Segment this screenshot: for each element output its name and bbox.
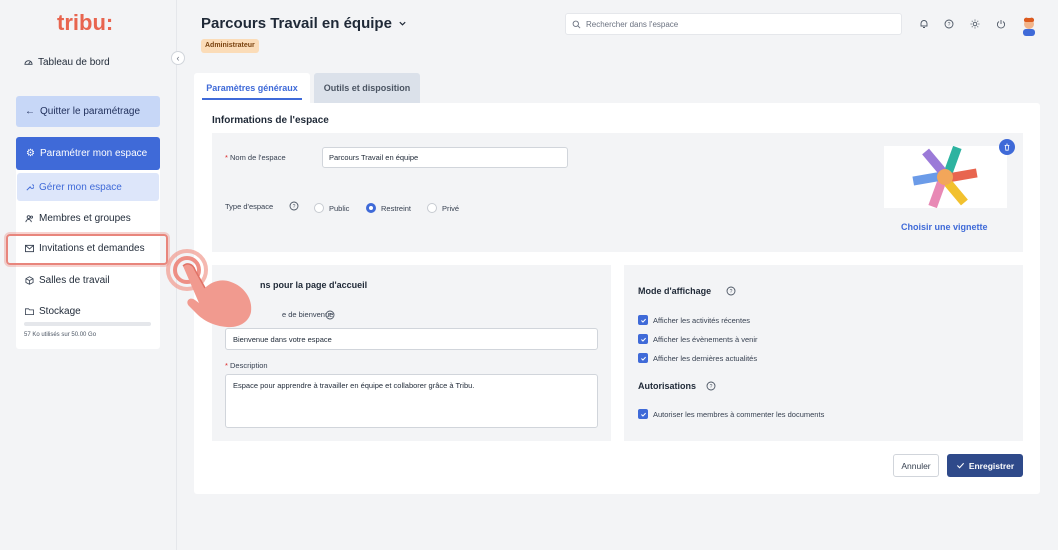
description-textarea[interactable]: Espace pour apprendre à travailler en éq… <box>225 374 598 428</box>
svg-text:?: ? <box>948 22 951 28</box>
sidebar-item-rooms[interactable]: Salles de travail <box>17 266 159 294</box>
checkbox-label: Afficher les activités récentes <box>653 315 750 325</box>
space-thumbnail[interactable] <box>884 146 1007 208</box>
svg-text:?: ? <box>293 204 296 210</box>
sidebar: tribu: Tableau de bord ← Quitter le para… <box>0 0 177 550</box>
tap-hand-icon <box>166 249 252 328</box>
storage-progress-bar <box>24 322 151 326</box>
display-mode-box: Mode d'affichage ? Afficher les activité… <box>624 265 1023 441</box>
save-label: Enregistrer <box>968 460 1015 471</box>
sidebar-item-label: Gérer mon espace <box>39 181 122 193</box>
checkbox-label: Autoriser les membres à commenter les do… <box>653 409 825 419</box>
info-box: * Nom de l'espace Parcours Travail en éq… <box>212 133 1023 252</box>
sun-icon[interactable] <box>970 19 980 29</box>
authorizations-title: Autorisations <box>638 381 697 391</box>
highlight-frame <box>6 234 168 265</box>
user-avatar[interactable] <box>1019 14 1039 36</box>
checkbox-allow-comments[interactable]: Autoriser les membres à commenter les do… <box>638 409 824 419</box>
page-title[interactable]: Parcours Travail en équipe <box>201 15 407 32</box>
checkbox-label: Afficher les évènements à venir <box>653 334 758 344</box>
sidebar-item-storage[interactable]: Stockage <box>17 297 159 325</box>
svg-text:?: ? <box>730 289 733 295</box>
check-icon <box>638 315 648 325</box>
quit-settings-label: Quitter le paramétrage <box>40 106 141 117</box>
svg-text:?: ? <box>329 313 332 319</box>
svg-text:tribu:: tribu: <box>57 10 113 35</box>
storage-usage-text: 57 Ko utilisés sur 50.00 Go <box>24 332 97 338</box>
configure-space-label: Paramétrer mon espace <box>39 148 148 159</box>
chevron-left-icon: ‹ <box>176 53 180 63</box>
role-badge: Administrateur <box>201 39 259 53</box>
sidebar-item-members[interactable]: Membres et groupes <box>17 204 159 232</box>
svg-text:?: ? <box>710 384 713 390</box>
home-section-title: ns pour la page d'accueil <box>260 280 368 290</box>
radio-private[interactable]: Privé <box>427 203 459 213</box>
choose-thumbnail-link[interactable]: Choisir une vignette <box>901 222 988 232</box>
radio-label: Restreint <box>381 203 412 213</box>
check-icon <box>638 353 648 363</box>
radio-label: Privé <box>442 203 460 213</box>
help-circle-icon[interactable]: ? <box>289 201 299 211</box>
radio-restricted[interactable]: Restreint <box>366 203 411 213</box>
tab-tools-layout[interactable]: Outils et disposition <box>314 73 420 103</box>
cube-icon <box>25 275 34 285</box>
tribu-logo[interactable]: tribu: <box>57 10 127 36</box>
configure-space-button[interactable]: ⚙ Paramétrer mon espace <box>16 137 160 170</box>
quit-settings-button[interactable]: ← Quitter le paramétrage <box>16 96 160 127</box>
sidebar-item-label: Stockage <box>39 305 81 317</box>
page-title-text: Parcours Travail en équipe <box>201 15 392 32</box>
checkbox-upcoming-events[interactable]: Afficher les évènements à venir <box>638 334 758 344</box>
help-circle-icon[interactable]: ? <box>325 310 335 320</box>
info-section-title: Informations de l'espace <box>212 115 329 126</box>
check-icon <box>638 409 648 419</box>
radio-public[interactable]: Public <box>314 203 349 213</box>
arrow-left-icon: ← <box>25 106 35 117</box>
nav-dashboard-label: Tableau de bord <box>38 57 110 68</box>
radio-dot-selected <box>366 203 376 213</box>
dashboard-icon <box>24 60 33 65</box>
help-circle-icon[interactable]: ? <box>706 381 716 391</box>
tab-general-settings[interactable]: Paramètres généraux <box>194 73 310 103</box>
sidebar-item-manage-space[interactable]: Gérer mon espace <box>17 173 159 201</box>
description-label: * Description <box>225 361 268 370</box>
nav-dashboard[interactable]: Tableau de bord <box>24 57 110 68</box>
wrench-icon <box>26 183 34 191</box>
folder-icon <box>25 307 34 315</box>
power-icon[interactable] <box>996 19 1006 29</box>
search-icon <box>572 20 581 28</box>
search-input[interactable] <box>586 19 886 29</box>
users-icon <box>25 214 34 222</box>
sidebar-item-label: Membres et groupes <box>39 212 131 224</box>
help-circle-icon[interactable]: ? <box>726 286 736 296</box>
radio-dot <box>427 203 437 213</box>
radio-dot <box>314 203 324 213</box>
search-bar[interactable] <box>565 13 902 35</box>
gear-icon: ⚙ <box>26 148 35 159</box>
radio-label: Public <box>329 203 350 213</box>
save-button[interactable]: Enregistrer <box>947 454 1023 477</box>
space-name-input[interactable]: Parcours Travail en équipe <box>322 147 568 168</box>
checkbox-recent-activities[interactable]: Afficher les activités récentes <box>638 315 750 325</box>
name-label: * Nom de l'espace <box>225 153 286 162</box>
check-icon <box>638 334 648 344</box>
cancel-button[interactable]: Annuler <box>893 454 939 477</box>
help-icon[interactable]: ? <box>944 19 954 29</box>
sidebar-item-label: Salles de travail <box>39 274 110 286</box>
collapse-sidebar-button[interactable]: ‹ <box>171 51 185 65</box>
display-mode-title: Mode d'affichage <box>638 286 712 296</box>
delete-thumbnail-button[interactable] <box>999 139 1015 155</box>
space-type-label: Type d'espace <box>225 202 274 211</box>
welcome-message-input[interactable]: Bienvenue dans votre espace <box>225 328 598 350</box>
settings-card: Informations de l'espace * Nom de l'espa… <box>194 103 1040 494</box>
bell-icon[interactable] <box>919 19 929 29</box>
checkbox-label: Afficher les dernières actualités <box>653 353 758 363</box>
check-icon <box>956 462 964 469</box>
trash-icon <box>1004 143 1010 151</box>
checkbox-latest-news[interactable]: Afficher les dernières actualités <box>638 353 757 363</box>
chevron-down-icon <box>399 21 406 26</box>
home-page-box: ns pour la page d'accueil e de bienvenue… <box>212 265 611 441</box>
